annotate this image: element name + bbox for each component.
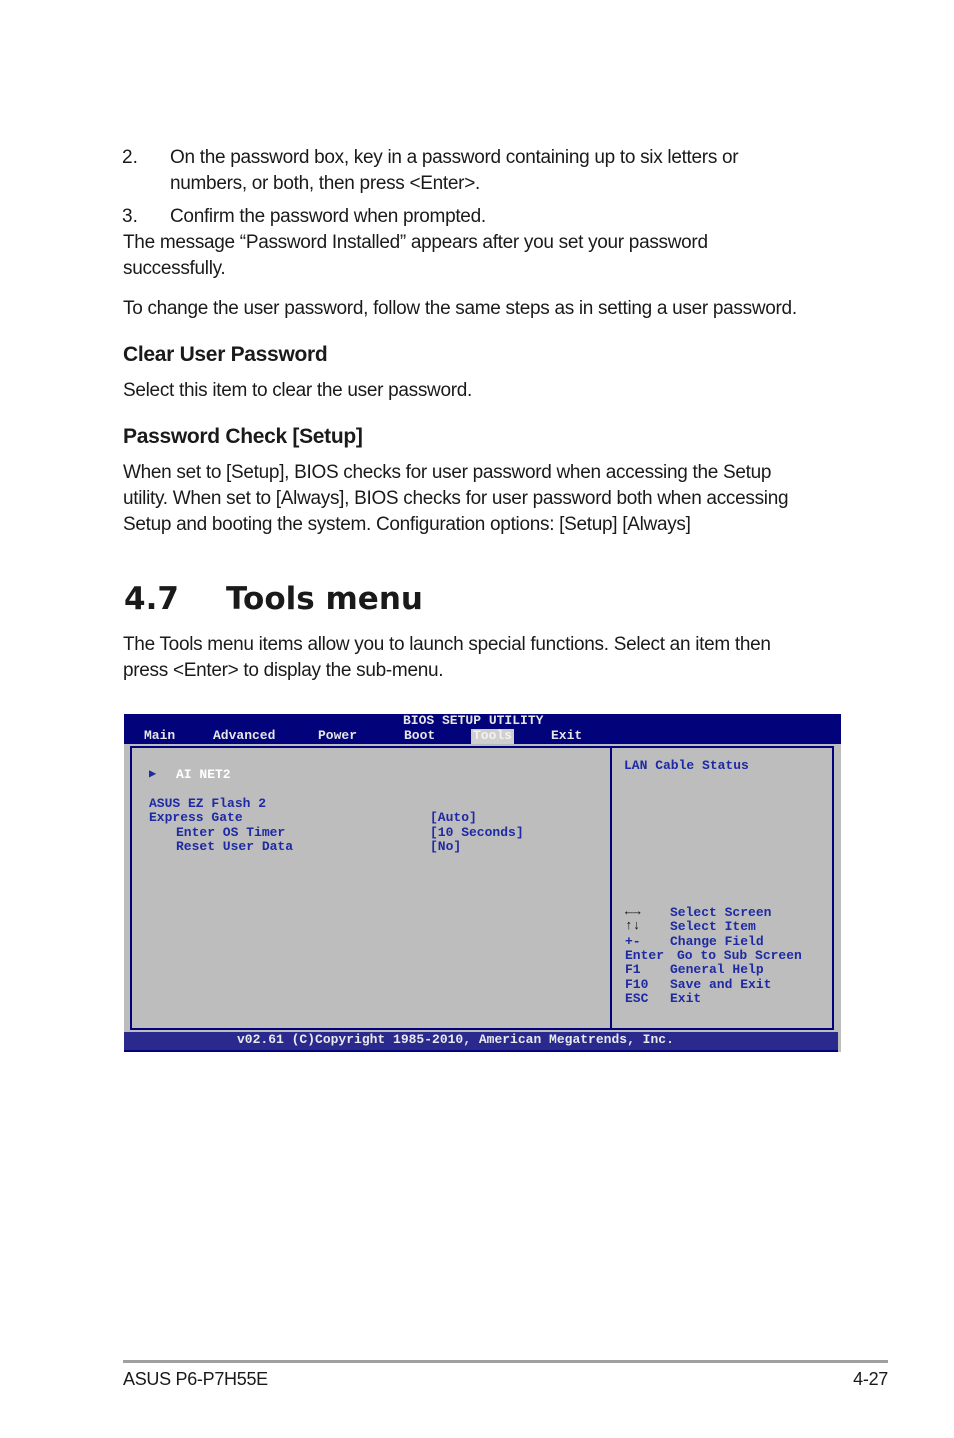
section-intro-line-1: The Tools menu items allow you to launch… [123,634,771,655]
clear-user-password-body: Select this item to clear the user passw… [123,380,473,401]
reset-user-data-value[interactable]: [No] [430,839,461,855]
installed-line-1: The message “Password Installed” appears… [123,232,708,253]
footer-page-number: 4-27 [853,1369,888,1389]
bios-panel-divider [610,746,612,1030]
express-gate-value[interactable]: [Auto] [430,810,477,826]
bios-screen: BIOS SETUP UTILITY Main Advanced Power B… [124,713,841,1052]
bios-copyright: v02.61 (C)Copyright 1985-2010, American … [237,1032,674,1047]
section-title: Tools menu [226,581,423,617]
tab-boot[interactable]: Boot [404,728,435,744]
help-text: LAN Cable Status [624,758,749,773]
installed-line-2: successfully. [123,258,226,279]
key-desc-exit: Exit [670,991,702,1006]
step-2-line-2: numbers, or both, then press <Enter>. [170,173,480,194]
clear-user-password-heading: Clear User Password [123,343,328,366]
key-esc: ESC [625,991,649,1006]
footer-product: ASUS P6-P7H55E [123,1369,268,1389]
tab-power[interactable]: Power [318,728,357,744]
password-check-line-1: When set to [Setup], BIOS checks for use… [123,462,772,483]
bios-title: BIOS SETUP UTILITY [403,713,544,728]
bios-status-bar: v02.61 (C)Copyright 1985-2010, American … [124,1032,838,1052]
step-2-number: 2. [122,147,138,168]
step-3-line-1: Confirm the password when prompted. [170,206,486,227]
submenu-arrow-icon: ▶ [149,767,157,781]
menu-item-ai-net2[interactable]: AI NET2 [176,767,231,783]
password-check-line-2: utility. When set to [Always], BIOS chec… [123,488,789,509]
menu-item-express-gate[interactable]: Express Gate [149,810,243,826]
section-intro-line-2: press <Enter> to display the sub-menu. [123,660,444,681]
step-2-line-1: On the password box, key in a password c… [170,147,739,168]
key-desc-select-item: Select Item [670,919,756,934]
key-desc-general-help: General Help [670,962,764,977]
section-number: 4.7 [124,581,179,617]
menu-item-reset-user-data[interactable]: Reset User Data [176,839,293,855]
bios-menu-bar: BIOS SETUP UTILITY Main Advanced Power B… [124,713,841,744]
password-check-line-3: Setup and booting the system. Configurat… [123,514,691,535]
footer-rule [123,1360,888,1363]
tab-advanced[interactable]: Advanced [213,728,275,744]
change-password-paragraph: To change the user password, follow the … [123,298,797,319]
key-f1: F1 [625,962,641,977]
step-3-number: 3. [122,206,138,227]
tab-tools[interactable]: Tools [471,728,515,744]
tab-exit[interactable]: Exit [551,728,582,744]
password-check-heading: Password Check [Setup] [123,425,363,448]
up-down-arrows-icon: ↑↓ [625,918,641,933]
tab-main[interactable]: Main [144,728,175,744]
